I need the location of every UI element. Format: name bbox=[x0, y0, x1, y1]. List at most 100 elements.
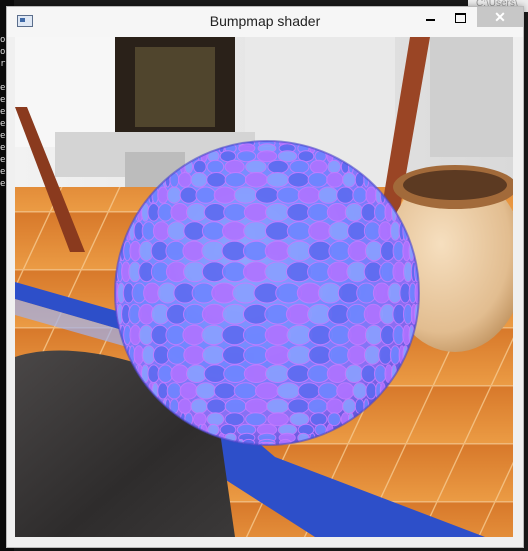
maximize-icon bbox=[454, 13, 466, 23]
console-line: e bbox=[0, 143, 6, 153]
sphere-bump bbox=[336, 186, 355, 204]
sphere-bump bbox=[317, 186, 339, 204]
sphere-bump bbox=[328, 345, 351, 365]
sphere-bump bbox=[352, 186, 368, 204]
console-line: e bbox=[0, 167, 6, 177]
sphere-bump bbox=[245, 159, 267, 174]
sphere-bump bbox=[244, 172, 268, 188]
sphere-bump bbox=[266, 398, 290, 415]
sphere-bump bbox=[190, 398, 208, 415]
sphere-bump bbox=[267, 412, 289, 427]
sphere-bump bbox=[157, 382, 169, 400]
sphere-bump bbox=[374, 203, 387, 222]
sphere-bump bbox=[307, 172, 328, 188]
sphere-bump bbox=[286, 203, 311, 222]
sphere-bump bbox=[287, 398, 310, 415]
sphere-bump bbox=[243, 221, 270, 241]
sphere-bump bbox=[245, 412, 267, 427]
sphere-bump bbox=[289, 159, 310, 174]
sphere-bump bbox=[243, 203, 269, 222]
sphere-bump bbox=[297, 382, 321, 400]
right-wall bbox=[430, 37, 513, 157]
sphere-bump bbox=[286, 364, 311, 384]
sphere-bump bbox=[347, 345, 368, 365]
sphere-bump bbox=[195, 382, 217, 400]
sphere-bump bbox=[307, 398, 328, 415]
sphere-bump bbox=[347, 221, 368, 241]
sphere-bump bbox=[289, 412, 310, 427]
sphere-bump bbox=[307, 203, 331, 222]
sphere-bump bbox=[206, 172, 227, 188]
sphere-bump bbox=[342, 172, 357, 188]
sphere-bump bbox=[365, 186, 377, 204]
sphere-bump bbox=[360, 364, 377, 384]
sphere-bump bbox=[336, 382, 355, 400]
sphere-bump bbox=[193, 159, 207, 174]
app-window: Bumpmap shader ✕ bbox=[6, 6, 524, 548]
sphere-bump bbox=[213, 382, 237, 400]
sphere-bump bbox=[203, 364, 227, 384]
sphere-bump bbox=[206, 398, 227, 415]
sphere-bump bbox=[378, 345, 393, 365]
sphere-bump bbox=[177, 398, 192, 415]
sphere-bump bbox=[201, 221, 226, 241]
sphere-bump bbox=[166, 382, 182, 400]
minimize-icon bbox=[425, 19, 435, 21]
sphere-bump bbox=[222, 345, 248, 365]
sphere-bump bbox=[254, 382, 280, 400]
sphere-bump bbox=[177, 172, 192, 188]
clay-pot-opening bbox=[403, 170, 507, 200]
sphere-bump bbox=[317, 382, 339, 400]
sphere-bump bbox=[264, 345, 291, 365]
console-line: e bbox=[0, 155, 6, 165]
console-line: e bbox=[0, 179, 6, 189]
sphere-bump bbox=[223, 203, 248, 222]
sphere-bump bbox=[378, 221, 393, 241]
sphere-bump bbox=[286, 221, 312, 241]
sphere-bump bbox=[206, 159, 225, 174]
console-line: e bbox=[0, 119, 6, 129]
console-line: o bbox=[0, 47, 6, 57]
sphere-bump bbox=[264, 221, 291, 241]
sphere-bump bbox=[179, 186, 198, 204]
sphere-bump bbox=[365, 382, 377, 400]
sphere-bump bbox=[233, 186, 258, 204]
sphere-bump bbox=[193, 412, 207, 427]
minimize-button[interactable] bbox=[415, 7, 445, 29]
sphere-bump bbox=[374, 364, 387, 384]
console-line: e bbox=[0, 131, 6, 141]
sphere-bump bbox=[327, 159, 342, 174]
sphere-bump bbox=[326, 364, 348, 384]
sphere-bump bbox=[201, 345, 226, 365]
sphere-bump bbox=[352, 382, 368, 400]
title-bar[interactable]: Bumpmap shader ✕ bbox=[7, 7, 523, 37]
render-viewport[interactable] bbox=[15, 37, 513, 537]
sphere-bump bbox=[265, 364, 291, 384]
sphere-bump bbox=[308, 221, 333, 241]
sphere-bump bbox=[297, 186, 321, 204]
sphere-bump bbox=[265, 203, 291, 222]
sphere-bump bbox=[243, 345, 270, 365]
sphere-bump bbox=[389, 221, 401, 241]
sphere-bump bbox=[224, 398, 247, 415]
console-line: r bbox=[0, 59, 6, 69]
sphere-bump bbox=[223, 364, 248, 384]
sphere-bump bbox=[166, 186, 182, 204]
sphere-bump bbox=[186, 364, 208, 384]
sphere-bump bbox=[195, 186, 217, 204]
console-line: e bbox=[0, 95, 6, 105]
sphere-bump bbox=[254, 186, 280, 204]
sphere-bump bbox=[389, 345, 401, 365]
close-button[interactable]: ✕ bbox=[477, 7, 523, 27]
close-icon: ✕ bbox=[494, 8, 506, 25]
sphere-bump bbox=[344, 364, 364, 384]
doorway-interior bbox=[135, 47, 215, 127]
console-line: e bbox=[0, 83, 6, 93]
sphere-bump bbox=[328, 221, 351, 241]
sphere-bump bbox=[157, 186, 169, 204]
sphere-bump bbox=[213, 186, 237, 204]
maximize-button[interactable] bbox=[445, 7, 475, 29]
sphere-bump bbox=[276, 382, 301, 400]
sphere-bump bbox=[179, 382, 198, 400]
rendered-scene bbox=[15, 37, 513, 537]
